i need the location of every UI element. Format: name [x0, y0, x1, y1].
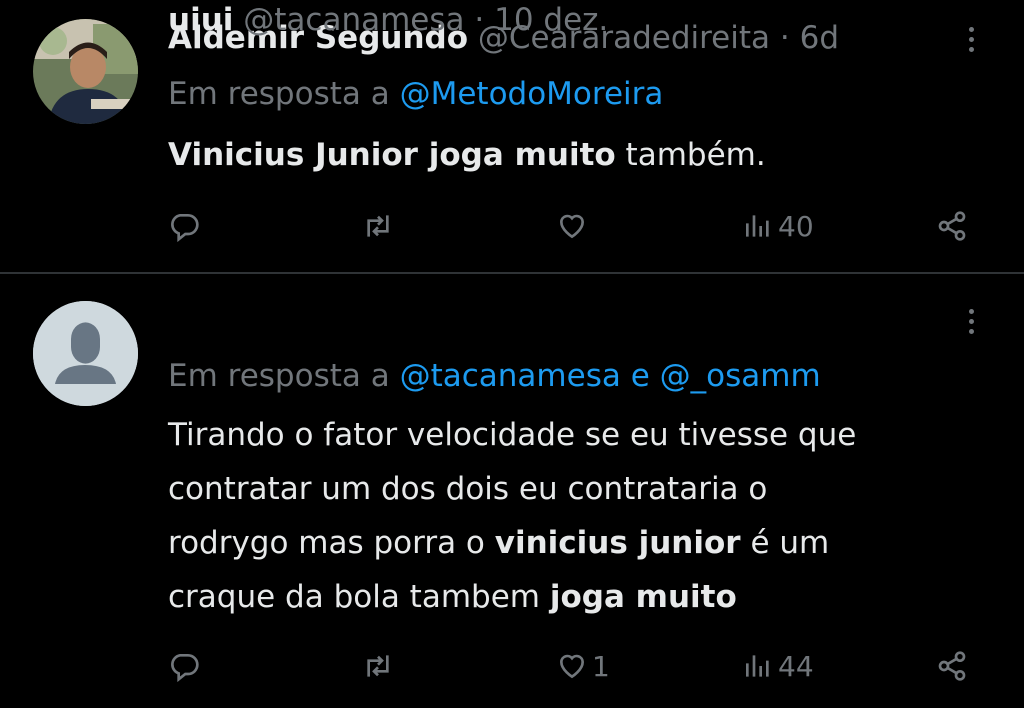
tweet-text-line: craque da bola tambem joga muito [168, 570, 988, 624]
share-icon [938, 651, 966, 681]
avatar[interactable] [33, 301, 138, 406]
handle[interactable]: @tacanamesa [243, 2, 464, 38]
text-segment: contratar um dos dois eu contrataria o [168, 471, 768, 507]
retweet-icon [367, 215, 389, 237]
retweet-button[interactable] [362, 648, 398, 684]
separator: · [779, 20, 790, 56]
reply-button[interactable] [168, 648, 204, 684]
reply-icon [171, 214, 199, 242]
text-segment: é um [740, 525, 830, 561]
retweet-button[interactable] [362, 208, 398, 244]
text-segment-bold: joga muito [549, 579, 737, 615]
reply-mention[interactable]: @MetodoMoreira [400, 76, 664, 112]
views-button[interactable]: 40 [742, 208, 814, 244]
text-segment-bold: vinicius junior [494, 525, 741, 561]
tweet-header: uiui @tacanamesa · 10 dez. [168, 0, 608, 40]
tweet-text-line: Tirando o fator velocidade se eu tivesse… [168, 408, 988, 462]
tweet[interactable]: Aldemir Segundo @Ceararadedireita · 6d E… [0, 0, 1024, 272]
tweet-text-normal: também. [615, 137, 766, 173]
reply-button[interactable] [168, 208, 204, 244]
avatar[interactable] [33, 19, 138, 124]
timestamp[interactable]: 10 dez. [494, 2, 608, 38]
text-segment: rodrygo mas porra o [168, 525, 495, 561]
text-segment: Tirando o fator velocidade se eu tivesse… [168, 417, 857, 453]
separator: · [474, 2, 485, 38]
more-icon[interactable] [956, 22, 986, 62]
like-count: 1 [592, 649, 610, 683]
like-button[interactable]: 1 [556, 648, 610, 684]
views-count: 44 [778, 649, 814, 683]
reply-context: Em resposta a @MetodoMoreira [168, 74, 663, 114]
share-button[interactable] [936, 208, 968, 244]
share-icon [938, 211, 966, 241]
tweet-text-bold: Vinicius Junior joga muito [168, 137, 616, 173]
views-button[interactable]: 44 [742, 648, 814, 684]
reply-prefix: Em resposta a [168, 358, 390, 394]
text-segment: craque da bola tambem [168, 579, 550, 615]
retweet-icon [367, 655, 389, 677]
reply-icon [171, 654, 199, 682]
timestamp[interactable]: 6d [800, 20, 839, 56]
reply-context: Em resposta a @tacanamesa e @_osamm [168, 356, 821, 396]
heart-icon [559, 214, 585, 239]
reply-prefix: Em resposta a [168, 76, 390, 112]
like-button[interactable] [556, 208, 592, 244]
tweet-text: Vinicius Junior joga muito também. [168, 128, 988, 182]
views-icon [746, 655, 769, 677]
display-name[interactable]: uiui [168, 2, 233, 38]
more-icon[interactable] [956, 304, 986, 344]
share-button[interactable] [936, 648, 968, 684]
tweet-text: Tirando o fator velocidade se eu tivesse… [168, 408, 988, 624]
heart-icon [559, 654, 585, 679]
tweet-text-line: contratar um dos dois eu contrataria o [168, 462, 988, 516]
views-count: 40 [778, 209, 814, 243]
views-icon [746, 215, 769, 237]
reply-mention[interactable]: @tacanamesa e @_osamm [400, 358, 821, 394]
tweet-text-line: rodrygo mas porra o vinicius junior é um [168, 516, 988, 570]
